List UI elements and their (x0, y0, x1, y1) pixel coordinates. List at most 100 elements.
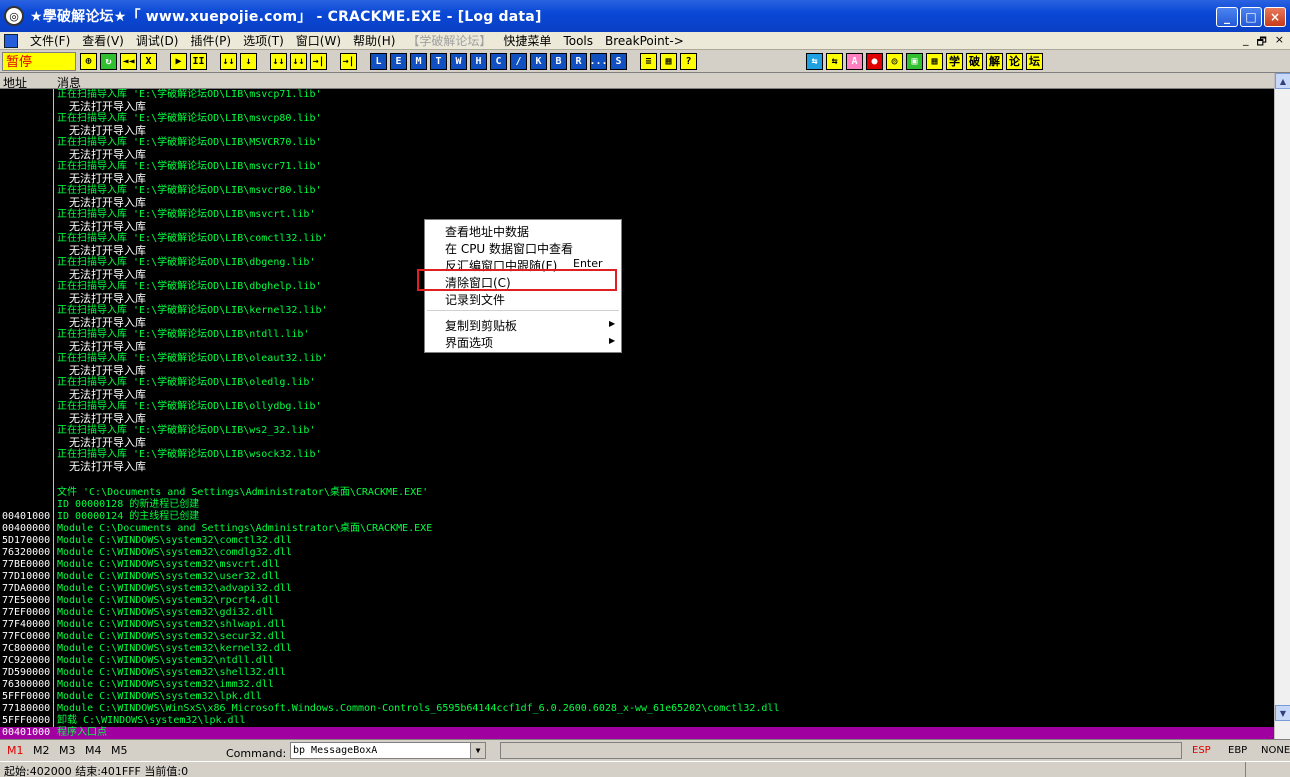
log-row[interactable]: 无法打开导入库 (0, 365, 1274, 377)
log-row[interactable]: 76300000 Module C:\WINDOWS\system32\imm32… (0, 679, 1274, 691)
log-row[interactable]: 无法打开导入库 (0, 317, 1274, 329)
log-row[interactable]: 无法打开导入库 (0, 221, 1274, 233)
menu-tools[interactable]: Tools (557, 34, 599, 48)
menu-options[interactable]: 选项(T) (237, 32, 290, 49)
step-over-icon[interactable]: ↓ (240, 52, 257, 70)
plugin-tool-1-icon[interactable]: ⇆ (806, 52, 823, 70)
threads-window-icon[interactable]: T (430, 52, 447, 70)
xue-button[interactable]: 学 (946, 52, 963, 70)
menu-window[interactable]: 窗口(W) (290, 32, 347, 49)
log-row[interactable]: 77FC0000 Module C:\WINDOWS\system32\secur… (0, 631, 1274, 643)
log-row[interactable]: 无法打开导入库 (0, 245, 1274, 257)
menu-item-view-in-cpu-dump[interactable]: 在 CPU 数据窗口中查看 (445, 240, 573, 257)
log-row[interactable]: 00401000 程序入口点 (0, 727, 1274, 739)
maximize-button[interactable]: □ (1240, 7, 1262, 27)
app-icon[interactable]: ◎ (4, 6, 24, 26)
restart-icon[interactable]: ↻ (100, 52, 117, 70)
trace-over-icon[interactable]: ↓↓ (290, 52, 307, 70)
log-row[interactable]: 77F40000 Module C:\WINDOWS\system32\shlwa… (0, 619, 1274, 631)
log-row[interactable]: 无法打开导入库 (0, 149, 1274, 161)
menu-plugins[interactable]: 插件(P) (184, 32, 237, 49)
log-row[interactable]: 正在扫描导入库 'E:\学破解论坛OD\LIB\wsock32.lib' (0, 449, 1274, 461)
goto-icon[interactable]: →| (340, 52, 357, 70)
menu-breakpoint[interactable]: BreakPoint-> (599, 34, 690, 48)
log-row[interactable]: 正在扫描导入库 'E:\学破解论坛OD\LIB\msvcrt.lib' (0, 209, 1274, 221)
log-row[interactable]: 无法打开导入库 (0, 101, 1274, 113)
trace-into-icon[interactable]: ↓↓ (270, 52, 287, 70)
register-esp[interactable]: ESP (1192, 745, 1211, 756)
log-row[interactable]: 正在扫描导入库 'E:\学破解论坛OD\LIB\msvcr80.lib' (0, 185, 1274, 197)
plugin-tool-4-icon[interactable]: ● (866, 52, 883, 70)
menu-view[interactable]: 查看(V) (76, 32, 130, 49)
appearance-icon[interactable]: ▦ (660, 52, 677, 70)
log-row[interactable]: 无法打开导入库 (0, 341, 1274, 353)
execute-till-return-icon[interactable]: →| (310, 52, 327, 70)
patches-window-icon[interactable]: / (510, 52, 527, 70)
log-row[interactable]: 无法打开导入库 (0, 389, 1274, 401)
resize-grip[interactable] (1245, 762, 1290, 777)
log-window[interactable]: 正在扫描导入库 'E:\学破解论坛OD\LIB\msvcp71.lib' 无法打开… (0, 89, 1274, 739)
pause-icon[interactable]: II (190, 52, 207, 70)
close-button[interactable]: × (1264, 7, 1286, 27)
minimize-button[interactable]: _ (1216, 7, 1238, 27)
log-row[interactable]: 正在扫描导入库 'E:\学破解论坛OD\LIB\ollydbg.lib' (0, 401, 1274, 413)
menu-help[interactable]: 帮助(H) (347, 32, 401, 49)
modules-window-icon[interactable]: E (390, 52, 407, 70)
log-row[interactable]: 76320000 Module C:\WINDOWS\system32\comdl… (0, 547, 1274, 559)
log-row[interactable]: 正在扫描导入库 'E:\学破解论坛OD\LIB\msvcr71.lib' (0, 161, 1274, 173)
references-window-icon[interactable]: R (570, 52, 587, 70)
log-row[interactable]: 无法打开导入库 (0, 437, 1274, 449)
mdi-child-icon[interactable] (4, 33, 18, 48)
register-none[interactable]: NONE (1261, 745, 1290, 756)
log-window-icon[interactable]: L (370, 52, 387, 70)
log-row[interactable]: 7C800000 Module C:\WINDOWS\system32\kerne… (0, 643, 1274, 655)
lun-button[interactable]: 论 (1006, 52, 1023, 70)
log-row[interactable]: 7D590000 Module C:\WINDOWS\system32\shell… (0, 667, 1274, 679)
log-row[interactable]: 无法打开导入库 (0, 197, 1274, 209)
log-row[interactable]: 77E50000 Module C:\WINDOWS\system32\rpcrt… (0, 595, 1274, 607)
marker-m3[interactable]: M3 (59, 744, 76, 757)
close-program-icon[interactable]: X (140, 52, 157, 70)
register-ebp[interactable]: EBP (1228, 745, 1247, 756)
menu-forum[interactable]: 【学破解论坛】 (401, 32, 497, 49)
run-icon[interactable]: ▶ (170, 52, 187, 70)
open-icon[interactable]: ⊕ (80, 52, 97, 70)
log-row[interactable]: 无法打开导入库 (0, 293, 1274, 305)
log-row[interactable]: 77180000 Module C:\WINDOWS\WinSxS\x86_Mic… (0, 703, 1274, 715)
log-row[interactable]: 无法打开导入库 (0, 269, 1274, 281)
log-row[interactable]: 无法打开导入库 (0, 413, 1274, 425)
chevron-down-icon[interactable]: ▼ (470, 743, 485, 758)
memory-window-icon[interactable]: M (410, 52, 427, 70)
menu-debug[interactable]: 调试(D) (130, 32, 185, 49)
log-row[interactable]: 5FFF0000 卸载 C:\WINDOWS\system32\lpk.dll (0, 715, 1274, 727)
log-row[interactable]: 正在扫描导入库 'E:\学破解论坛OD\LIB\msvcp80.lib' (0, 113, 1274, 125)
menu-item-copy-to-clipboard[interactable]: 复制到剪贴板 ▶ (445, 317, 615, 334)
plugin-tool-6-icon[interactable]: ▣ (906, 52, 923, 70)
plugin-tool-7-icon[interactable]: ▦ (926, 52, 943, 70)
log-row[interactable]: 无法打开导入库 (0, 173, 1274, 185)
log-row[interactable]: 5D170000 Module C:\WINDOWS\system32\comct… (0, 535, 1274, 547)
log-row[interactable]: 正在扫描导入库 'E:\学破解论坛OD\LIB\dbgeng.lib' (0, 257, 1274, 269)
plugin-tool-5-icon[interactable]: ◎ (886, 52, 903, 70)
handles-window-icon[interactable]: H (470, 52, 487, 70)
help-icon[interactable]: ? (680, 52, 697, 70)
command-input[interactable]: bp MessageBoxA ▼ (290, 742, 486, 759)
log-row[interactable]: 正在扫描导入库 'E:\学破解论坛OD\LIB\oleaut32.lib' (0, 353, 1274, 365)
log-row[interactable]: 7C920000 Module C:\WINDOWS\system32\ntdll… (0, 655, 1274, 667)
log-row[interactable]: 无法打开导入库 (0, 461, 1274, 473)
source-window-icon[interactable]: S (610, 52, 627, 70)
log-row[interactable]: 文件 'C:\Documents and Settings\Administra… (0, 487, 1274, 499)
menu-item-appearance[interactable]: 界面选项 ▶ (445, 334, 615, 351)
log-scrollbar[interactable]: ▲ ▼ (1274, 73, 1290, 739)
menu-shortcuts[interactable]: 快捷菜单 (497, 32, 557, 49)
log-row[interactable]: 正在扫描导入库 'E:\学破解论坛OD\LIB\ntdll.lib' (0, 329, 1274, 341)
rewind-icon[interactable]: ◄◄ (120, 52, 137, 70)
scroll-up-arrow-icon[interactable]: ▲ (1275, 73, 1290, 89)
callstack-window-icon[interactable]: K (530, 52, 547, 70)
log-row[interactable]: 正在扫描导入库 'E:\学破解论坛OD\LIB\oledlg.lib' (0, 377, 1274, 389)
log-row[interactable]: 正在扫描导入库 'E:\学破解论坛OD\LIB\dbghelp.lib' (0, 281, 1274, 293)
scroll-down-arrow-icon[interactable]: ▼ (1275, 705, 1290, 721)
log-row[interactable]: 正在扫描导入库 'E:\学破解论坛OD\LIB\ws2_32.lib' (0, 425, 1274, 437)
menu-file[interactable]: 文件(F) (24, 32, 76, 49)
po-button[interactable]: 破 (966, 52, 983, 70)
